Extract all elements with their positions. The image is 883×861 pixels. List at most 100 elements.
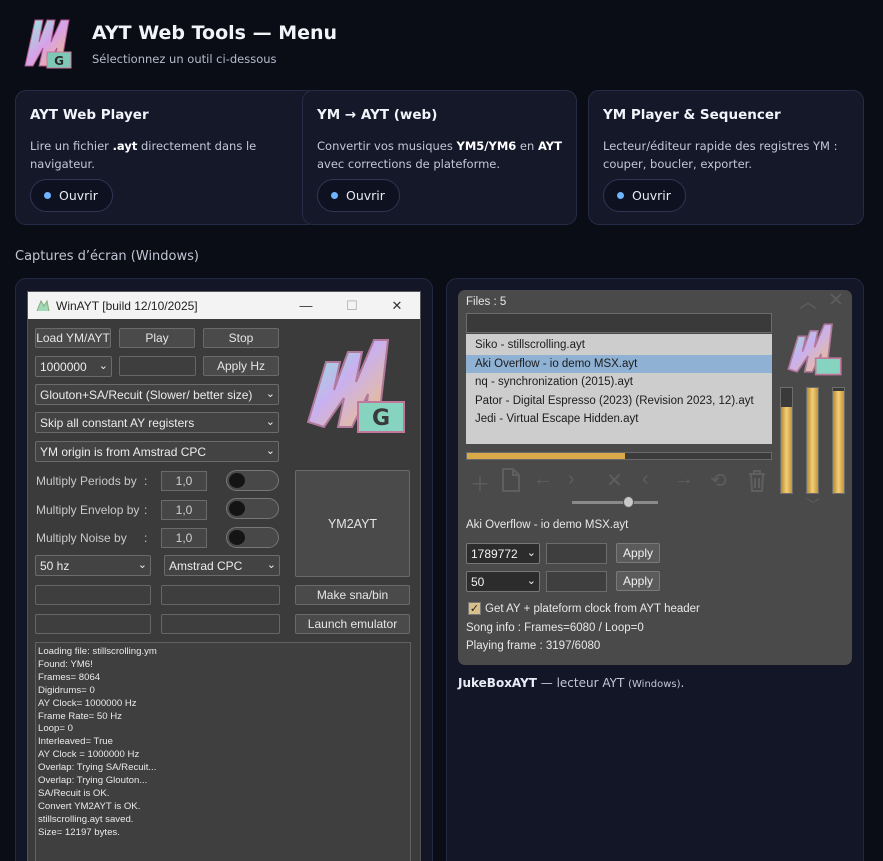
app-title: AYT Web Tools — Menu — [92, 22, 338, 44]
maximize-button[interactable]: ☐ — [329, 292, 375, 319]
chevron-down-icon: ⌄ — [265, 445, 275, 457]
log-line: Frames= 8064 — [38, 671, 101, 683]
close-button[interactable]: ✕ — [374, 292, 420, 319]
card-description: Lire un fichier .ayt directement dans le… — [30, 139, 257, 171]
chevron-down-icon: ⌄ — [526, 547, 536, 559]
open-button-ym-to-ayt[interactable]: Ouvrir — [317, 179, 400, 212]
card-title: YM Player & Sequencer — [603, 107, 781, 123]
arrow-left-icon[interactable]: ← — [533, 468, 553, 491]
apply-hz-button[interactable]: Apply Hz — [203, 356, 279, 376]
card-title: AYT Web Player — [30, 107, 149, 123]
empty-field-4[interactable] — [161, 614, 280, 634]
multiply-envelop-input[interactable]: 1,0 — [161, 500, 207, 520]
open-button-ayt-web-player[interactable]: Ouvrir — [30, 179, 113, 212]
empty-field-1[interactable] — [35, 585, 151, 605]
log-line: Loading file: stillscrolling.ym — [38, 646, 157, 657]
list-item[interactable]: nq - synchronization (2015).ayt — [466, 373, 772, 392]
svg-text:G: G — [372, 406, 390, 431]
algorithm-select[interactable]: Glouton+SA/Recuit (Slower/ better size) ⌄ — [35, 384, 279, 405]
progress-bar[interactable] — [466, 452, 772, 460]
multiply-periods-label: Multiply Periods by — [36, 474, 137, 488]
file-icon[interactable] — [500, 468, 522, 492]
colon-label: : — [144, 531, 148, 545]
rate-input[interactable] — [546, 571, 607, 592]
log-line: Convert YM2AYT is OK. — [38, 800, 141, 812]
stop-button[interactable]: Stop — [203, 328, 279, 348]
checkbox-icon[interactable]: ✓ — [468, 602, 481, 615]
colon-label: : — [144, 503, 148, 517]
list-item[interactable]: Aki Overflow - io demo MSX.ayt — [466, 354, 772, 373]
clock-select[interactable]: 1789772 ⌄ — [466, 543, 540, 564]
ay-registers-select[interactable]: Skip all constant AY registers ⌄ — [35, 412, 279, 433]
ym-origin-select[interactable]: YM origin is from Amstrad CPC ⌄ — [35, 441, 279, 462]
chevron-down-icon[interactable]: ﹀ — [806, 495, 820, 515]
app-subtitle: Sélectionnez un outil ci-dessous — [92, 52, 277, 66]
jukebox-window: Files : 5 ︿ ✕ Siko - stillscrolling.ayt A… — [458, 290, 852, 665]
chevron-down-icon: ⌄ — [266, 559, 276, 571]
arrow-right-icon[interactable]: → — [674, 468, 694, 491]
chevron-down-icon: ⌄ — [137, 559, 147, 571]
trash-icon[interactable] — [747, 470, 767, 492]
close-icon[interactable]: ✕ — [828, 289, 844, 312]
open-button-ym-player[interactable]: Ouvrir — [603, 179, 686, 212]
app-icon — [36, 299, 50, 311]
multiply-envelop-toggle[interactable] — [226, 498, 279, 519]
rate-select[interactable]: 50 ⌄ — [466, 571, 540, 592]
search-field[interactable] — [466, 313, 772, 333]
page: G AYT Web Tools — Menu Sélectionnez un o… — [0, 0, 883, 861]
empty-field-3[interactable] — [35, 614, 151, 634]
svg-text:G: G — [54, 54, 64, 68]
load-button[interactable]: Load YM/AYT — [35, 328, 111, 348]
refresh-icon[interactable]: ⟲ — [710, 468, 727, 493]
multiply-noise-label: Multiply Noise by — [36, 531, 127, 545]
list-item[interactable]: Jedi - Virtual Escape Hidden.ayt — [466, 410, 772, 429]
play-button[interactable]: Play — [119, 328, 195, 348]
multiply-periods-input[interactable]: 1,0 — [161, 471, 207, 491]
log-line: SA/Recuit is OK. — [38, 787, 110, 799]
apply-rate-button[interactable]: Apply — [616, 571, 660, 591]
vu-meter-b — [806, 387, 819, 494]
winayt-window: WinAYT [build 12/10/2025] — ☐ ✕ Load YM/… — [27, 291, 421, 861]
add-icon[interactable]: ＋ — [470, 468, 490, 497]
chevron-down-icon: ⌄ — [265, 388, 275, 400]
hz-select[interactable]: 50 hz ⌄ — [35, 555, 151, 576]
chevron-up-icon[interactable]: ︿ — [799, 288, 817, 314]
log-line: AY Clock= 1000000 Hz — [38, 697, 137, 709]
apply-clock-button[interactable]: Apply — [616, 543, 660, 563]
chevron-down-icon: ⌄ — [265, 416, 275, 428]
card-ym-player-sequencer: YM Player & Sequencer Lecteur/éditeur ra… — [588, 90, 864, 225]
multiply-noise-toggle[interactable] — [226, 527, 279, 548]
launch-emulator-button[interactable]: Launch emulator — [295, 614, 410, 634]
card-ym-to-ayt: YM → AYT (web) Convertir vos musiques YM… — [302, 90, 577, 225]
window-title: WinAYT [build 12/10/2025] — [56, 298, 198, 313]
empty-field-2[interactable] — [161, 585, 280, 605]
song-info-label: Song info : Frames=6080 / Loop=0 — [466, 622, 644, 634]
log-line: Found: YM6! — [38, 658, 93, 670]
vu-meter-a — [780, 387, 793, 494]
clock-input[interactable] — [546, 543, 607, 564]
card-ayt-web-player: AYT Web Player Lire un fichier .ayt dire… — [15, 90, 319, 225]
chevron-right-icon[interactable]: › — [568, 468, 575, 491]
chevron-left-icon[interactable]: ‹ — [642, 468, 649, 491]
volume-slider[interactable] — [572, 496, 658, 508]
file-list[interactable]: Siko - stillscrolling.ayt Aki Overflow - … — [466, 334, 772, 444]
ayt-logo-small — [787, 323, 842, 376]
frequency-select[interactable]: 1000000 ⌄ — [35, 356, 112, 377]
ym2ayt-button[interactable]: YM2AYT — [295, 470, 410, 577]
platform-select[interactable]: Amstrad CPC ⌄ — [164, 555, 280, 576]
card-title: YM → AYT (web) — [317, 107, 438, 123]
multiply-periods-toggle[interactable] — [226, 470, 279, 491]
clock-from-header-label: Get AY + plateform clock from AYT header — [485, 603, 700, 615]
multiply-noise-input[interactable]: 1,0 — [161, 528, 207, 548]
cross-icon[interactable]: ✕ — [606, 468, 623, 493]
log-output[interactable]: Loading file: stillscrolling.ym Found: YM… — [35, 642, 411, 861]
list-item[interactable]: Pator - Digital Espresso (2023) (Revisio… — [466, 392, 772, 411]
colon-label: : — [144, 474, 148, 488]
minimize-button[interactable]: — — [283, 292, 329, 319]
jukebox-caption: JukeBoxAYT — lecteur AYT (Windows). — [458, 676, 685, 690]
files-count-label: Files : 5 — [466, 296, 507, 308]
make-sna-button[interactable]: Make sna/bin — [295, 585, 410, 605]
frequency-input[interactable] — [119, 356, 196, 376]
list-item[interactable]: Siko - stillscrolling.ayt — [466, 336, 772, 355]
dot-icon — [617, 192, 624, 199]
